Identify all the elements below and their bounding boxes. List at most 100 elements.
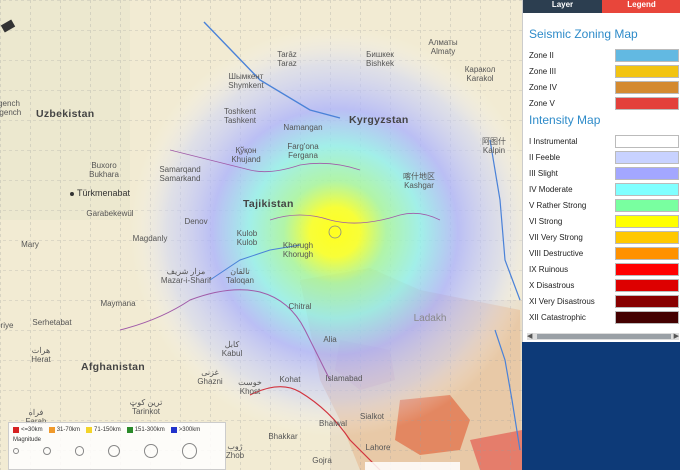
- magnitude-circle-icon: [181, 443, 198, 459]
- zone-row: Zone V: [523, 95, 680, 111]
- zone-swatch: [615, 48, 679, 62]
- legend-panel: Layer Legend Seismic Zoning Map Zone II …: [522, 0, 680, 342]
- intensity-row: VII Very Strong: [523, 229, 680, 245]
- intensity-row: XII Catastrophic: [523, 309, 680, 325]
- city-gench: gench: [0, 99, 20, 108]
- intensity-swatch: [615, 278, 679, 292]
- city-karakol: Каракол Karakol: [464, 65, 496, 83]
- zone-swatch: [615, 96, 679, 110]
- city-bhalwal: Bhalwal: [318, 419, 348, 428]
- country-label-tajikistan: Tajikistan: [243, 198, 294, 210]
- city-serhetabat: Serhetabat: [32, 318, 72, 327]
- city-maymana: Maymana: [100, 299, 136, 308]
- intensity-row: I Instrumental: [523, 133, 680, 149]
- city-kalpin: 阿图什 Kalpin: [482, 137, 506, 155]
- magnitude-circle-icon: [42, 447, 51, 455]
- city-mazar-i-sharif: مزار شریف Mazar-i-Sharif: [160, 267, 212, 285]
- city-khujand: Қўқон Khujand: [231, 146, 261, 164]
- city-mary: Mary: [21, 240, 39, 249]
- city-ghazni: غزنی Ghazni: [197, 368, 223, 386]
- magnitude-circles: [9, 443, 225, 459]
- country-label-kyrgyzstan: Kyrgyzstan: [349, 114, 409, 126]
- city-kabul: کابل Kabul: [221, 340, 243, 358]
- intensity-row: XI Very Disastrous: [523, 293, 680, 309]
- intensity-map-title: Intensity Map: [529, 113, 601, 127]
- magnitude-circle-icon: [143, 444, 158, 458]
- intensity-row: IX Ruinous: [523, 261, 680, 277]
- city-herat: هرات Herat: [31, 346, 51, 364]
- city-riye: riye: [0, 321, 14, 330]
- city-chitral: Chitral: [288, 302, 312, 311]
- magnitude-circle-icon: [13, 448, 19, 454]
- city-alia: Alia: [323, 335, 337, 344]
- intensity-swatch: [615, 150, 679, 164]
- city-taraz: Tarāz Taraz: [277, 50, 297, 68]
- intensity-swatch: [615, 166, 679, 180]
- city-fergana: Farg'ona Fergana: [287, 142, 319, 160]
- legend-distance-1: <=30km: [13, 427, 43, 433]
- city-khorugh: Khorugh Khorugh: [282, 241, 314, 259]
- city-garabekewul: Garabekewül: [86, 209, 134, 218]
- intensity-swatch: [615, 214, 679, 228]
- intensity-swatch: [615, 230, 679, 244]
- city-almaty: Алматы Almaty: [428, 38, 458, 56]
- zone-row: Zone II: [523, 47, 680, 63]
- intensity-swatch: [615, 246, 679, 260]
- legend-distance-3: 71-150km: [86, 427, 121, 433]
- scroll-left-arrow-icon[interactable]: ◀: [527, 332, 532, 340]
- intensity-swatch: [615, 198, 679, 212]
- seismic-zoning-title: Seismic Zoning Map: [529, 27, 638, 41]
- intensity-row: III Slight: [523, 165, 680, 181]
- intensity-row: V Rather Strong: [523, 197, 680, 213]
- city-tashkent: Toshkent Tashkent: [223, 107, 257, 125]
- city-shymkent: Шымкент Shymkent: [228, 72, 264, 90]
- city-rgench: rgench: [0, 108, 22, 117]
- intensity-row: VI Strong: [523, 213, 680, 229]
- intensity-swatch: [615, 182, 679, 196]
- magnitude-circle-icon: [74, 446, 85, 456]
- map-canvas[interactable]: Uzbekistan Kyrgyzstan Tajikistan Afghani…: [0, 0, 522, 470]
- legend-distance-5: >300km: [170, 427, 200, 433]
- scroll-right-arrow-icon[interactable]: ▶: [674, 332, 679, 340]
- city-tarinkot: ترین کوټ Tarinkot: [129, 398, 163, 416]
- city-khost: خوست Khost: [238, 378, 262, 396]
- city-bukhara: Buxoro Bukhara: [89, 161, 119, 179]
- city-bhakkar: Bhakkar: [268, 432, 298, 441]
- panel-horizontal-scrollbar[interactable]: ◀ ▶: [527, 333, 679, 340]
- city-namangan: Namangan: [283, 123, 323, 132]
- city-denov: Denov: [184, 217, 208, 226]
- distance-magnitude-legend: <=30km 31-70km 71-150km 151-300km >300km…: [8, 422, 226, 470]
- city-islamabad: Islamabad: [325, 374, 363, 383]
- city-magdanly: Magdanly: [132, 234, 168, 243]
- intensity-swatch: [615, 134, 679, 148]
- city-turkmenabat: Türkmenabat: [69, 189, 130, 198]
- intensity-row: II Feeble: [523, 149, 680, 165]
- zone-row: Zone III: [523, 63, 680, 79]
- map-layer: [0, 0, 522, 470]
- tab-legend[interactable]: Legend: [602, 0, 680, 13]
- city-kulob: Kulob Kulob: [236, 229, 258, 247]
- city-gojra: Gojra: [312, 456, 332, 465]
- intensity-swatch: [615, 294, 679, 308]
- legend-distance-2: 31-70km: [48, 427, 80, 433]
- city-lahore: Lahore: [365, 443, 391, 452]
- city-zhob: ژوب Zhob: [225, 442, 245, 460]
- intensity-swatch: [615, 262, 679, 276]
- city-kashgar: 喀什地区 Kashgar: [403, 172, 435, 190]
- city-taloqan: تالقان Taloqan: [225, 267, 255, 285]
- city-sialkot: Sialkot: [359, 412, 385, 421]
- city-kohat: Kohat: [279, 375, 301, 384]
- country-label-afghanistan: Afghanistan: [81, 361, 145, 373]
- magnitude-circle-icon: [108, 445, 120, 457]
- intensity-row: VIII Destructive: [523, 245, 680, 261]
- intensity-swatch: [615, 310, 679, 324]
- tab-layer[interactable]: Layer: [523, 0, 602, 13]
- country-label-uzbekistan: Uzbekistan: [36, 108, 95, 120]
- zone-row: Zone IV: [523, 79, 680, 95]
- legend-distance-4: 151-300km: [126, 427, 165, 433]
- city-samarkand: Samarqand Samarkand: [159, 165, 201, 183]
- scrollbar-thumb[interactable]: [537, 334, 671, 339]
- region-ladakh: Ladakh: [413, 313, 447, 324]
- zone-swatch: [615, 64, 679, 78]
- panel-footer: [522, 342, 680, 470]
